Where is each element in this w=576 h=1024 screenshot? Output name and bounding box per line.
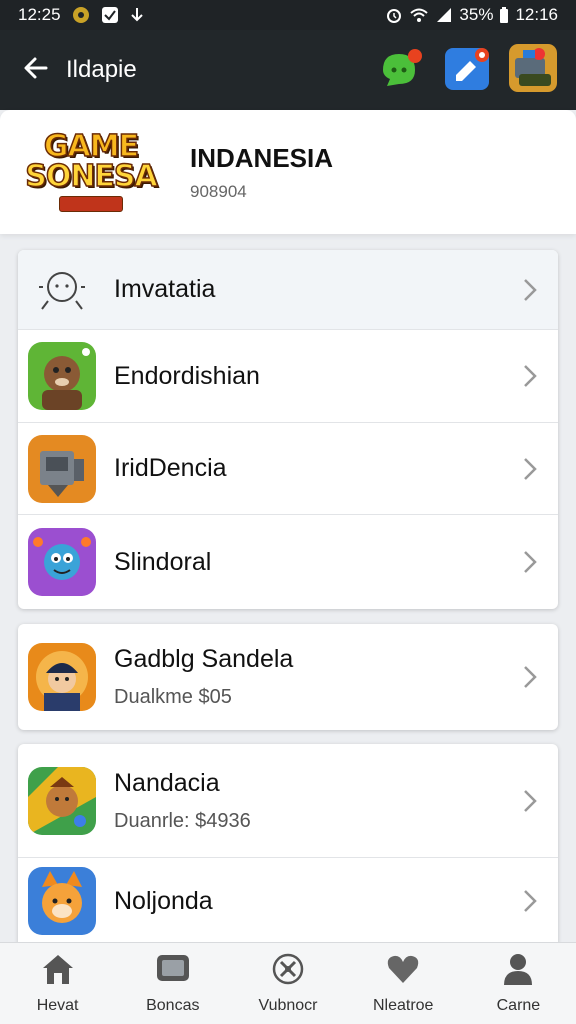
nav-label: Nleatroe: [372, 997, 434, 1014]
arrow-left-icon: [22, 54, 50, 87]
download-icon: [129, 6, 145, 24]
game-app-button[interactable]: [508, 43, 558, 97]
back-button[interactable]: [16, 50, 56, 90]
games-icon: [270, 952, 306, 991]
wifi-icon: [409, 7, 429, 23]
list-item-iriddencia[interactable]: IridDencia: [18, 423, 558, 515]
featured-title: Gadblg Sandela: [114, 645, 294, 673]
list-item-label: Endordishian: [114, 361, 260, 390]
list-item-slindoral[interactable]: Slindoral: [18, 515, 558, 609]
featured-item-nandacia[interactable]: Nandacia Duanrle: $4936: [18, 744, 558, 858]
logo-line-2: SONESA: [24, 159, 158, 194]
featured-card: Gadblg Sandela Dualkme $05: [18, 624, 558, 730]
featured-title: Noljonda: [114, 886, 213, 915]
nav-home[interactable]: Hevat: [0, 943, 115, 1024]
app-bar: Ildapie: [0, 30, 576, 110]
machine-game-icon: [28, 434, 96, 503]
game-app-icon: [509, 43, 557, 97]
battery-percent: 35%: [459, 5, 494, 24]
nav-label: Carne: [496, 997, 541, 1014]
tv-icon: [155, 952, 191, 991]
status-right-time: 12:16: [515, 5, 558, 24]
featured-title: Nandacia: [114, 768, 220, 797]
game-notify-icon: [71, 5, 91, 25]
camera-icon: [444, 45, 490, 96]
nav-label: Hevat: [36, 997, 79, 1014]
list-item-label: Imvatatia: [114, 275, 216, 303]
header-title: INDANESIA: [190, 142, 334, 173]
logo-ribbon: [58, 196, 124, 212]
list-item-imvatatia[interactable]: Imvatatia: [18, 250, 558, 330]
featured-card: Nandacia Duanrle: $4936 Noljonda: [18, 744, 558, 944]
chat-button[interactable]: [376, 45, 426, 95]
featured-subtitle: Duanrle: $4936: [114, 809, 251, 832]
status-time: 12:25: [18, 5, 61, 24]
beaver-game-icon: [28, 342, 96, 410]
chevron-right-icon: [520, 547, 540, 577]
battery-icon: [499, 6, 509, 24]
alarm-icon: [385, 6, 403, 24]
featured-item-gadblg[interactable]: Gadblg Sandela Dualkme $05: [18, 624, 558, 730]
nav-vubnocr[interactable]: Vubnocr: [230, 943, 345, 1024]
profile-header: GAME SONESA INDANESIA 908904: [0, 110, 576, 234]
featured-subtitle: Dualkme $05: [114, 686, 232, 708]
monster-game-icon: [28, 528, 96, 596]
logo-line-1: GAME: [43, 129, 140, 164]
nav-label: Boncas: [146, 997, 200, 1014]
list-item-label: Slindoral: [114, 547, 212, 576]
camera-button[interactable]: [442, 45, 492, 95]
heart-icon: [385, 952, 421, 991]
chevron-right-icon: [520, 886, 540, 916]
list-item-label: IridDencia: [114, 454, 227, 482]
nav-boncas[interactable]: Boncas: [115, 943, 230, 1024]
captain-game-icon: [28, 643, 96, 711]
nav-label: Vubnocr: [258, 997, 318, 1014]
header-subtitle: 908904: [190, 181, 247, 201]
chevron-right-icon: [520, 786, 540, 816]
list-item-endordishian[interactable]: Endordishian: [18, 330, 558, 423]
app-title: Ildapie: [66, 56, 137, 83]
home-icon: [40, 952, 76, 991]
person-outline-icon: [28, 256, 96, 324]
bottom-nav: Hevat Boncas Vubnocr Nleatroe Carne: [0, 942, 576, 1024]
menu-list: Imvatatia Endordishian IridDencia Slindo…: [18, 250, 558, 609]
status-bar: 12:25 35% 12:16: [0, 0, 576, 30]
chevron-right-icon: [520, 275, 540, 305]
profile-icon: [500, 952, 536, 991]
nav-nleatroe[interactable]: Nleatroe: [346, 943, 461, 1024]
chevron-right-icon: [520, 454, 540, 484]
game-logo: GAME SONESA: [18, 122, 164, 222]
featured-item-noljonda[interactable]: Noljonda: [18, 858, 558, 944]
warrior-game-icon: [28, 766, 96, 835]
chevron-right-icon: [520, 361, 540, 391]
nav-carne[interactable]: Carne: [461, 943, 576, 1024]
checkbox-icon: [101, 6, 119, 24]
chat-icon: [379, 46, 423, 95]
signal-icon: [435, 7, 453, 23]
fox-game-icon: [28, 867, 96, 935]
chevron-right-icon: [520, 662, 540, 692]
